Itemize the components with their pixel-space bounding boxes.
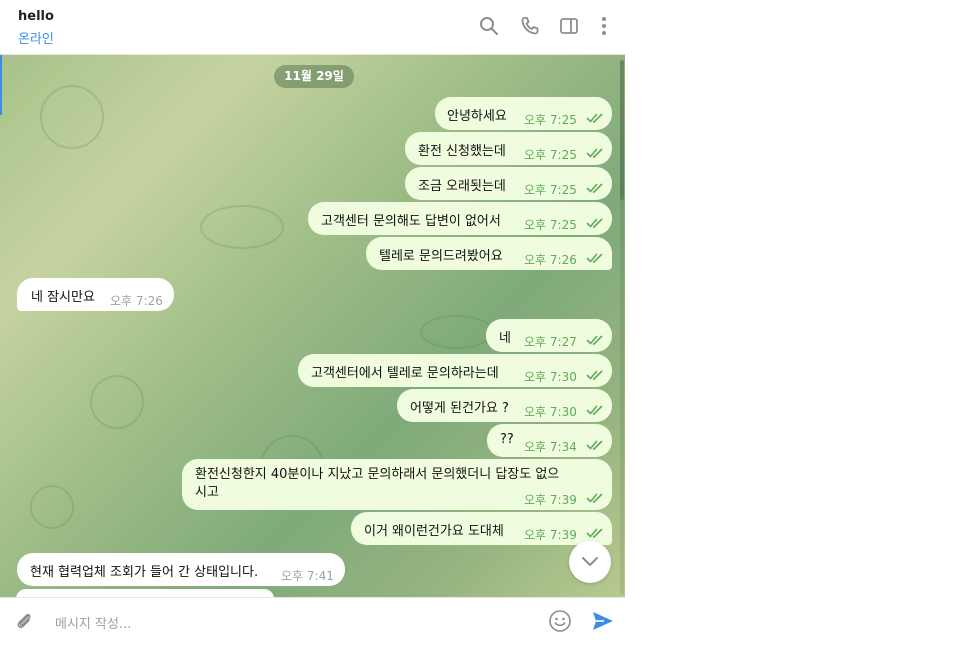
message-bubble[interactable]: 텔레로 문의드려봤어요 오후 7:26	[366, 237, 612, 270]
background-doodle	[90, 375, 144, 429]
message-text: 안녕하세요	[447, 109, 507, 124]
message-text: 고객센터에서 텔레로 문의하라는데	[311, 366, 499, 381]
message-time: 오후 7:30	[524, 370, 577, 384]
message-bubble[interactable]: 이거 왜이런건가요 도대체 오후 7:39	[351, 512, 612, 545]
sidebar-toggle-icon[interactable]	[558, 15, 580, 37]
double-check-icon	[586, 493, 603, 503]
double-check-icon	[586, 405, 603, 415]
background-doodle	[30, 485, 74, 529]
chat-left-indicator	[0, 55, 2, 115]
message-bubble[interactable]: ?? 오후 7:34	[487, 424, 612, 457]
message-text: 고객센터 문의해도 답변이 없어서	[321, 214, 501, 229]
message-bubble[interactable]: 고객센터에서 텔레로 문의하라는데 오후 7:30	[298, 354, 612, 387]
background-doodle	[420, 315, 494, 349]
attach-icon[interactable]	[13, 610, 35, 632]
message-composer: 메시지 작성...	[0, 597, 625, 643]
chat-title[interactable]: hello	[18, 9, 54, 24]
double-check-icon	[586, 370, 603, 380]
double-check-icon	[586, 113, 603, 123]
double-check-icon	[586, 218, 603, 228]
message-bubble[interactable]: 현재 협력업체 조회가 들어 간 상태입니다. 오후 7:41	[17, 553, 345, 586]
message-bubble[interactable]: 환전 신청했는데 오후 7:25	[405, 132, 612, 165]
message-time: 오후 7:26	[110, 294, 163, 308]
date-separator: 11월 29일	[274, 65, 354, 88]
message-time: 오후 7:30	[524, 405, 577, 419]
scrollbar-thumb[interactable]	[620, 60, 624, 200]
message-text: 환전 신청했는데	[418, 144, 506, 159]
message-time: 오후 7:39	[524, 493, 577, 507]
message-text: 이거 왜이런건가요 도대체	[364, 524, 504, 539]
double-check-icon	[586, 253, 603, 263]
message-text: 어떻게 된건가요 ?	[410, 401, 509, 416]
double-check-icon	[586, 440, 603, 450]
chat-window: hello 온라인 11월 29일 안녕하세요 오후 7:25 환전 신청했는데…	[0, 0, 625, 643]
message-bubble[interactable]: 고객센터 문의해도 답변이 없어서 오후 7:25	[308, 202, 612, 235]
message-text: 네	[499, 331, 511, 346]
message-time: 오후 7:27	[524, 335, 577, 349]
message-text: 환전신청한지 40분이나 지났고 문의하래서 문의했더니 답장도 없으시고	[195, 467, 560, 500]
double-check-icon	[586, 335, 603, 345]
message-time: 오후 7:25	[524, 113, 577, 127]
double-check-icon	[586, 183, 603, 193]
chevron-down-icon	[582, 557, 598, 566]
message-bubble[interactable]: 어떻게 된건가요 ? 오후 7:30	[397, 389, 612, 422]
message-bubble[interactable]: 환전신청한지 40분이나 지났고 문의하래서 문의했더니 답장도 없으시고 오후…	[182, 459, 612, 510]
background-doodle	[40, 85, 104, 149]
more-vertical-icon[interactable]	[593, 15, 615, 37]
message-time: 오후 7:26	[524, 253, 577, 267]
message-text: ??	[500, 432, 514, 447]
message-time: 오후 7:25	[524, 218, 577, 232]
scroll-to-bottom-button[interactable]	[569, 541, 611, 583]
message-time: 오후 7:25	[524, 183, 577, 197]
message-time: 오후 7:41	[281, 569, 334, 583]
message-time: 오후 7:34	[524, 440, 577, 454]
double-check-icon	[586, 148, 603, 158]
message-time: 오후 7:39	[524, 528, 577, 542]
message-text: 네 잠시만요	[31, 290, 95, 305]
message-time: 오후 7:25	[524, 148, 577, 162]
search-icon[interactable]	[478, 15, 500, 37]
chat-header: hello 온라인	[0, 0, 625, 55]
background-doodle	[200, 205, 284, 249]
message-input[interactable]: 메시지 작성...	[55, 613, 131, 632]
message-text: 조금 오래됫는데	[418, 179, 506, 194]
send-icon[interactable]	[591, 609, 615, 633]
phone-icon[interactable]	[519, 15, 541, 37]
emoji-icon[interactable]	[548, 609, 572, 633]
message-bubble[interactable]: 안녕하세요 오후 7:25	[435, 97, 612, 130]
online-status: 온라인	[18, 32, 54, 47]
message-bubble[interactable]: 네 오후 7:27	[486, 319, 612, 352]
message-text: 텔레로 문의드려봤어요	[379, 249, 503, 264]
message-bubble[interactable]: 조금 오래됫는데 오후 7:25	[405, 167, 612, 200]
message-bubble[interactable]: 네 잠시만요 오후 7:26	[17, 278, 174, 311]
message-text: 현재 협력업체 조회가 들어 간 상태입니다.	[30, 565, 259, 580]
double-check-icon	[586, 528, 603, 538]
